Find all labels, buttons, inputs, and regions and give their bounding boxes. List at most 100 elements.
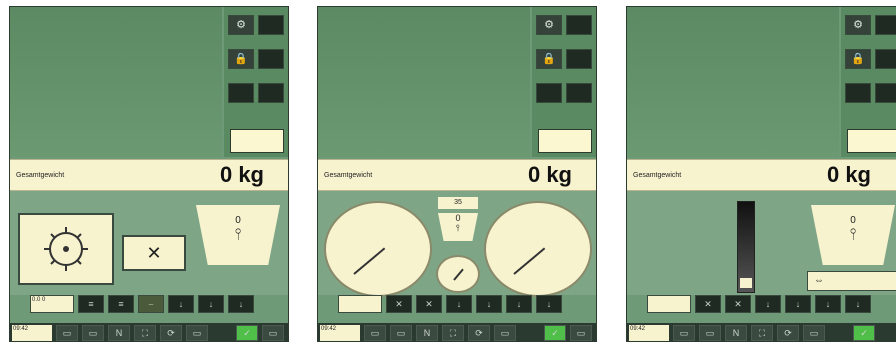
vertical-level-bar xyxy=(737,201,755,293)
toolbar: 0.0 0 ≡ ≡ ⎯ ↓ ↓ ↓ xyxy=(30,295,278,313)
level-marker xyxy=(740,278,752,288)
footer-button[interactable]: ⛶ xyxy=(442,325,464,341)
arrow-button[interactable]: ⇔ xyxy=(807,271,896,291)
footer-button[interactable]: ⟳ xyxy=(468,325,490,341)
side-button[interactable] xyxy=(845,83,871,103)
small-top-label: 35 xyxy=(438,197,478,209)
left-gauge-needle xyxy=(353,247,386,275)
panel-2: ⚙ 🔒 Gesamtgewicht 0 kg 35 0 ⫯ ✕ ✕ ↓ ↓ ↓ xyxy=(317,6,597,342)
footer-button[interactable]: ▭ xyxy=(570,325,592,341)
control-area: ✕ 0 ⫯ xyxy=(10,191,288,295)
panel-3: ⚙ 🔒 Gesamtgewicht 0 kg 0 ⫯ ⇔ ✕ ✕ ↓ ↓ ↓ ↓… xyxy=(626,6,896,342)
weight-label: Gesamtgewicht xyxy=(16,172,65,179)
weight-value: 0 kg xyxy=(527,162,572,187)
value-box[interactable] xyxy=(230,129,284,153)
value-box[interactable] xyxy=(847,129,896,153)
settings-icon[interactable]: ⚙ xyxy=(536,15,562,35)
side-button[interactable] xyxy=(258,83,284,103)
weight-bar: Gesamtgewicht 0 kg xyxy=(318,159,596,191)
settings-icon[interactable]: ⚙ xyxy=(228,15,254,35)
footer-button[interactable]: ▭ xyxy=(803,325,825,341)
weight-label: Gesamtgewicht xyxy=(633,172,682,179)
settings-icon[interactable]: ⚙ xyxy=(845,15,871,35)
weight-value: 0 kg xyxy=(219,162,264,187)
gear-dial-button[interactable] xyxy=(18,213,114,285)
sprayer-icon: ⫯ xyxy=(234,226,242,243)
toolbar-button[interactable]: ✕ xyxy=(695,295,721,313)
side-button[interactable] xyxy=(875,49,896,69)
footer-button[interactable]: ▭ xyxy=(494,325,516,341)
footer-button[interactable]: ⟳ xyxy=(777,325,799,341)
lock-icon[interactable]: 🔒 xyxy=(845,49,871,69)
toolbar-button[interactable]: ✕ xyxy=(386,295,412,313)
confirm-button[interactable]: ✓ xyxy=(236,325,258,341)
footer-button[interactable]: ▭ xyxy=(390,325,412,341)
toolbar: ✕ ✕ ↓ ↓ ↓ ↓ xyxy=(338,295,586,313)
weight-value: 0 kg xyxy=(826,162,871,187)
toolbar-button[interactable]: ↓ xyxy=(476,295,502,313)
side-button[interactable] xyxy=(875,15,896,35)
toolbar-button[interactable]: ↓ xyxy=(815,295,841,313)
right-gauge xyxy=(484,201,592,297)
control-area: 0 ⫯ ⇔ xyxy=(627,191,896,295)
footer-button[interactable]: N xyxy=(725,325,747,341)
toolbar-button[interactable]: ⎯ xyxy=(138,295,164,313)
toolbar-button[interactable]: ↓ xyxy=(785,295,811,313)
footer-button[interactable]: ⟳ xyxy=(160,325,182,341)
side-button[interactable] xyxy=(566,49,592,69)
toolbar-button[interactable]: ↓ xyxy=(228,295,254,313)
side-button[interactable] xyxy=(566,83,592,103)
cancel-button[interactable]: ✕ xyxy=(122,235,186,271)
side-button[interactable] xyxy=(258,49,284,69)
side-button[interactable] xyxy=(536,83,562,103)
footer-bar: 09:42 ▭ ▭ N ⛶ ⟳ ▭ ✓ ▭ xyxy=(318,323,596,341)
weight-label: Gesamtgewicht xyxy=(324,172,373,179)
toolbar-button[interactable]: ✕ xyxy=(725,295,751,313)
tank-value: 0 xyxy=(235,215,241,226)
toolbar-button[interactable]: ↓ xyxy=(446,295,472,313)
side-button[interactable] xyxy=(228,83,254,103)
info-box xyxy=(338,295,382,313)
footer-button[interactable]: N xyxy=(416,325,438,341)
toolbar-button[interactable]: ↓ xyxy=(755,295,781,313)
lock-icon[interactable]: 🔒 xyxy=(228,49,254,69)
tank-indicator: 0 ⫯ xyxy=(811,205,895,265)
clock: 09:42 xyxy=(12,325,52,341)
lock-icon[interactable]: 🔒 xyxy=(536,49,562,69)
toolbar-button[interactable]: ↓ xyxy=(198,295,224,313)
footer-button[interactable]: ▭ xyxy=(186,325,208,341)
side-button[interactable] xyxy=(258,15,284,35)
confirm-button[interactable]: ✓ xyxy=(544,325,566,341)
toolbar-button[interactable]: ≡ xyxy=(78,295,104,313)
left-gauge xyxy=(324,201,432,297)
toolbar-button[interactable]: ≡ xyxy=(108,295,134,313)
footer-button[interactable]: ▭ xyxy=(82,325,104,341)
footer-button[interactable]: N xyxy=(108,325,130,341)
footer-button[interactable]: ▭ xyxy=(56,325,78,341)
right-gauge-needle xyxy=(513,247,546,275)
gauge-area: 35 0 ⫯ xyxy=(318,191,596,297)
footer-button[interactable]: ▭ xyxy=(364,325,386,341)
side-button[interactable] xyxy=(566,15,592,35)
value-box[interactable] xyxy=(538,129,592,153)
footer-button[interactable]: ⛶ xyxy=(134,325,156,341)
confirm-button[interactable]: ✓ xyxy=(853,325,875,341)
footer-button[interactable]: ▭ xyxy=(673,325,695,341)
footer-button[interactable]: ▭ xyxy=(699,325,721,341)
toolbar-button[interactable]: ↓ xyxy=(168,295,194,313)
toolbar: ✕ ✕ ↓ ↓ ↓ ↓ xyxy=(647,295,895,313)
toolbar-button[interactable]: ↓ xyxy=(845,295,871,313)
toolbar-button[interactable]: ✕ xyxy=(416,295,442,313)
footer-button[interactable]: ▭ xyxy=(262,325,284,341)
toolbar-button[interactable]: ↓ xyxy=(506,295,532,313)
small-tank-value: 0 xyxy=(455,213,461,223)
footer-bar: 09:42 ▭ ▭ N ⛶ ⟳ ▭ ✓ xyxy=(627,323,896,341)
toolbar-button[interactable]: ↓ xyxy=(536,295,562,313)
clock: 09:42 xyxy=(629,325,669,341)
display-area xyxy=(627,7,839,157)
side-button[interactable] xyxy=(875,83,896,103)
footer-button[interactable]: ⛶ xyxy=(751,325,773,341)
tank-indicator: 0 ⫯ xyxy=(196,205,280,265)
weight-bar: Gesamtgewicht 0 kg xyxy=(627,159,896,191)
small-gauge-needle xyxy=(453,268,464,281)
